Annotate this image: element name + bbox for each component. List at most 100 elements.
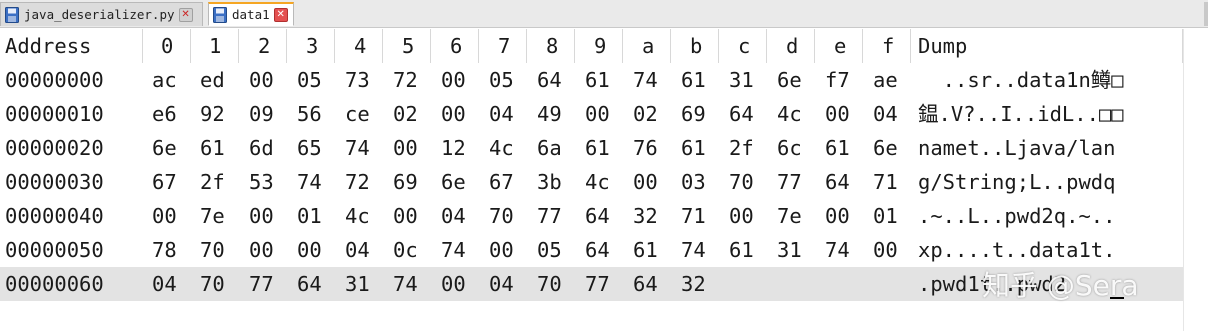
hex-byte-cell[interactable]: 00 [825, 199, 850, 233]
hex-byte-cell[interactable]: 74 [681, 233, 706, 267]
hex-byte-cell[interactable]: 64 [633, 267, 658, 301]
hex-byte-cell[interactable]: 05 [297, 63, 322, 97]
hex-byte-cell[interactable]: 3b [537, 165, 562, 199]
hex-byte-cell[interactable]: 00 [729, 199, 754, 233]
vertical-scrollbar[interactable] [1183, 29, 1208, 331]
hex-byte-cell[interactable]: 70 [489, 199, 514, 233]
address-cell[interactable]: 00000060 [5, 267, 104, 301]
hex-byte-cell[interactable]: 4c [489, 131, 514, 165]
hex-byte-cell[interactable]: 92 [200, 97, 225, 131]
hex-byte-cell[interactable]: 7e [200, 199, 225, 233]
ascii-dump-cell[interactable]: .pwd1t..pwd2 [918, 267, 1066, 301]
hex-byte-cell[interactable]: 00 [152, 199, 177, 233]
hex-byte-cell[interactable]: 61 [200, 131, 225, 165]
hex-byte-cell[interactable]: 04 [873, 97, 898, 131]
hex-byte-cell[interactable]: 74 [393, 267, 418, 301]
hex-byte-cell[interactable]: f7 [825, 63, 850, 97]
hex-byte-cell[interactable]: 00 [249, 199, 274, 233]
hex-byte-cell[interactable]: 72 [393, 63, 418, 97]
hex-byte-cell[interactable]: 00 [249, 63, 274, 97]
ascii-dump-cell[interactable]: .~..L..pwd2q.~.. [918, 199, 1115, 233]
hex-byte-cell[interactable]: 64 [585, 233, 610, 267]
hex-byte-cell[interactable]: 56 [297, 97, 322, 131]
hex-byte-cell[interactable]: 61 [729, 233, 754, 267]
hex-byte-cell[interactable]: 74 [297, 165, 322, 199]
address-cell[interactable]: 00000030 [5, 165, 104, 199]
hex-byte-cell[interactable]: 69 [681, 97, 706, 131]
hex-byte-cell[interactable]: 04 [152, 267, 177, 301]
hex-byte-cell[interactable]: 64 [537, 63, 562, 97]
hex-row[interactable]: 00000060 04 70 77 64 31 74 00 04 70 77 64 32 .pwd1t..… [0, 267, 1208, 301]
hex-byte-cell[interactable]: 70 [200, 267, 225, 301]
hex-row[interactable]: 00000030 67 2f 53 74 72 69 6e 67 3b 4c 00 03 70 77 64 71… [0, 165, 1208, 199]
hex-byte-cell[interactable]: 05 [537, 233, 562, 267]
hex-byte-cell[interactable]: 4c [345, 199, 370, 233]
hex-byte-cell[interactable]: 70 [537, 267, 562, 301]
hex-byte-cell[interactable]: 6e [873, 131, 898, 165]
hex-byte-cell[interactable]: 74 [345, 131, 370, 165]
hex-byte-cell[interactable]: 72 [345, 165, 370, 199]
address-cell[interactable]: 00000050 [5, 233, 104, 267]
hex-byte-cell[interactable]: 77 [249, 267, 274, 301]
hex-byte-cell[interactable]: 7e [777, 199, 802, 233]
ascii-dump-cell[interactable]: ..sr..data1n鳟□ [918, 63, 1124, 97]
hex-byte-cell[interactable]: 03 [681, 165, 706, 199]
hex-byte-cell[interactable]: 00 [441, 267, 466, 301]
tab-java-deserializer[interactable]: java_deserializer.py ✕ [0, 2, 203, 26]
hex-byte-cell[interactable]: 76 [633, 131, 658, 165]
hex-byte-cell[interactable]: 04 [489, 97, 514, 131]
address-cell[interactable]: 00000000 [5, 63, 104, 97]
hex-byte-cell[interactable]: 02 [393, 97, 418, 131]
hex-byte-cell[interactable]: 6a [537, 131, 562, 165]
hex-byte-cell[interactable]: 01 [297, 199, 322, 233]
hex-byte-cell[interactable]: 04 [345, 233, 370, 267]
hex-byte-cell[interactable]: 73 [345, 63, 370, 97]
hex-byte-cell[interactable]: 0c [393, 233, 418, 267]
hex-byte-cell[interactable]: 67 [489, 165, 514, 199]
hex-byte-cell[interactable]: 70 [729, 165, 754, 199]
tab-close-icon[interactable]: ✕ [273, 7, 288, 22]
hex-byte-cell[interactable]: 00 [441, 63, 466, 97]
hex-byte-cell[interactable]: 61 [585, 63, 610, 97]
ascii-dump-cell[interactable]: 鎾.V?..I..idL..□□ [918, 97, 1124, 131]
address-cell[interactable]: 00000020 [5, 131, 104, 165]
hex-byte-cell[interactable]: 04 [489, 267, 514, 301]
hex-byte-cell[interactable]: 65 [297, 131, 322, 165]
hex-byte-cell[interactable]: 01 [873, 199, 898, 233]
hex-byte-cell[interactable]: 09 [249, 97, 274, 131]
hex-byte-cell[interactable]: ac [152, 63, 177, 97]
hex-byte-cell[interactable]: 74 [825, 233, 850, 267]
address-cell[interactable]: 00000010 [5, 97, 104, 131]
hex-byte-cell[interactable]: 6e [152, 131, 177, 165]
hex-byte-cell[interactable]: 77 [537, 199, 562, 233]
hex-byte-cell[interactable]: 71 [873, 165, 898, 199]
hex-row[interactable]: 00000000 ac ed 00 05 73 72 00 05 64 61 74 61 31 6e f7 ae… [0, 63, 1208, 97]
hex-byte-cell[interactable]: 12 [441, 131, 466, 165]
hex-byte-cell[interactable]: 78 [152, 233, 177, 267]
hex-byte-cell[interactable]: 32 [681, 267, 706, 301]
hex-byte-cell[interactable]: 00 [585, 97, 610, 131]
hex-byte-cell[interactable]: 00 [393, 199, 418, 233]
hex-byte-cell[interactable]: 64 [297, 267, 322, 301]
hex-byte-cell[interactable]: 00 [873, 233, 898, 267]
hex-byte-cell[interactable]: 77 [777, 165, 802, 199]
ascii-dump-cell[interactable]: g/String;L..pwdq [918, 165, 1115, 199]
hex-byte-cell[interactable]: 05 [489, 63, 514, 97]
hex-byte-cell[interactable]: 4c [585, 165, 610, 199]
hex-row[interactable]: 00000050 78 70 00 00 04 0c 74 00 05 64 61 74 61 31 74 00… [0, 233, 1208, 267]
hex-byte-cell[interactable]: 64 [825, 165, 850, 199]
hex-byte-cell[interactable]: 32 [633, 199, 658, 233]
hex-byte-cell[interactable]: 6e [777, 63, 802, 97]
hex-byte-cell[interactable]: 31 [345, 267, 370, 301]
hex-byte-cell[interactable]: 4c [777, 97, 802, 131]
hex-row[interactable]: 00000040 00 7e 00 01 4c 00 04 70 77 64 32 71 00 7e 00 01… [0, 199, 1208, 233]
hex-byte-cell[interactable]: ed [200, 63, 225, 97]
hex-byte-cell[interactable]: 53 [249, 165, 274, 199]
hex-byte-cell[interactable]: 00 [393, 131, 418, 165]
hex-byte-cell[interactable]: 31 [777, 233, 802, 267]
hex-byte-cell[interactable]: e6 [152, 97, 177, 131]
hex-row[interactable]: 00000020 6e 61 6d 65 74 00 12 4c 6a 61 76 61 2f 6c 61 6e… [0, 131, 1208, 165]
hex-byte-cell[interactable]: 77 [585, 267, 610, 301]
hex-byte-cell[interactable]: 64 [585, 199, 610, 233]
hex-row[interactable]: 00000010 e6 92 09 56 ce 02 00 04 49 00 02 69 64 4c 00 04… [0, 97, 1208, 131]
